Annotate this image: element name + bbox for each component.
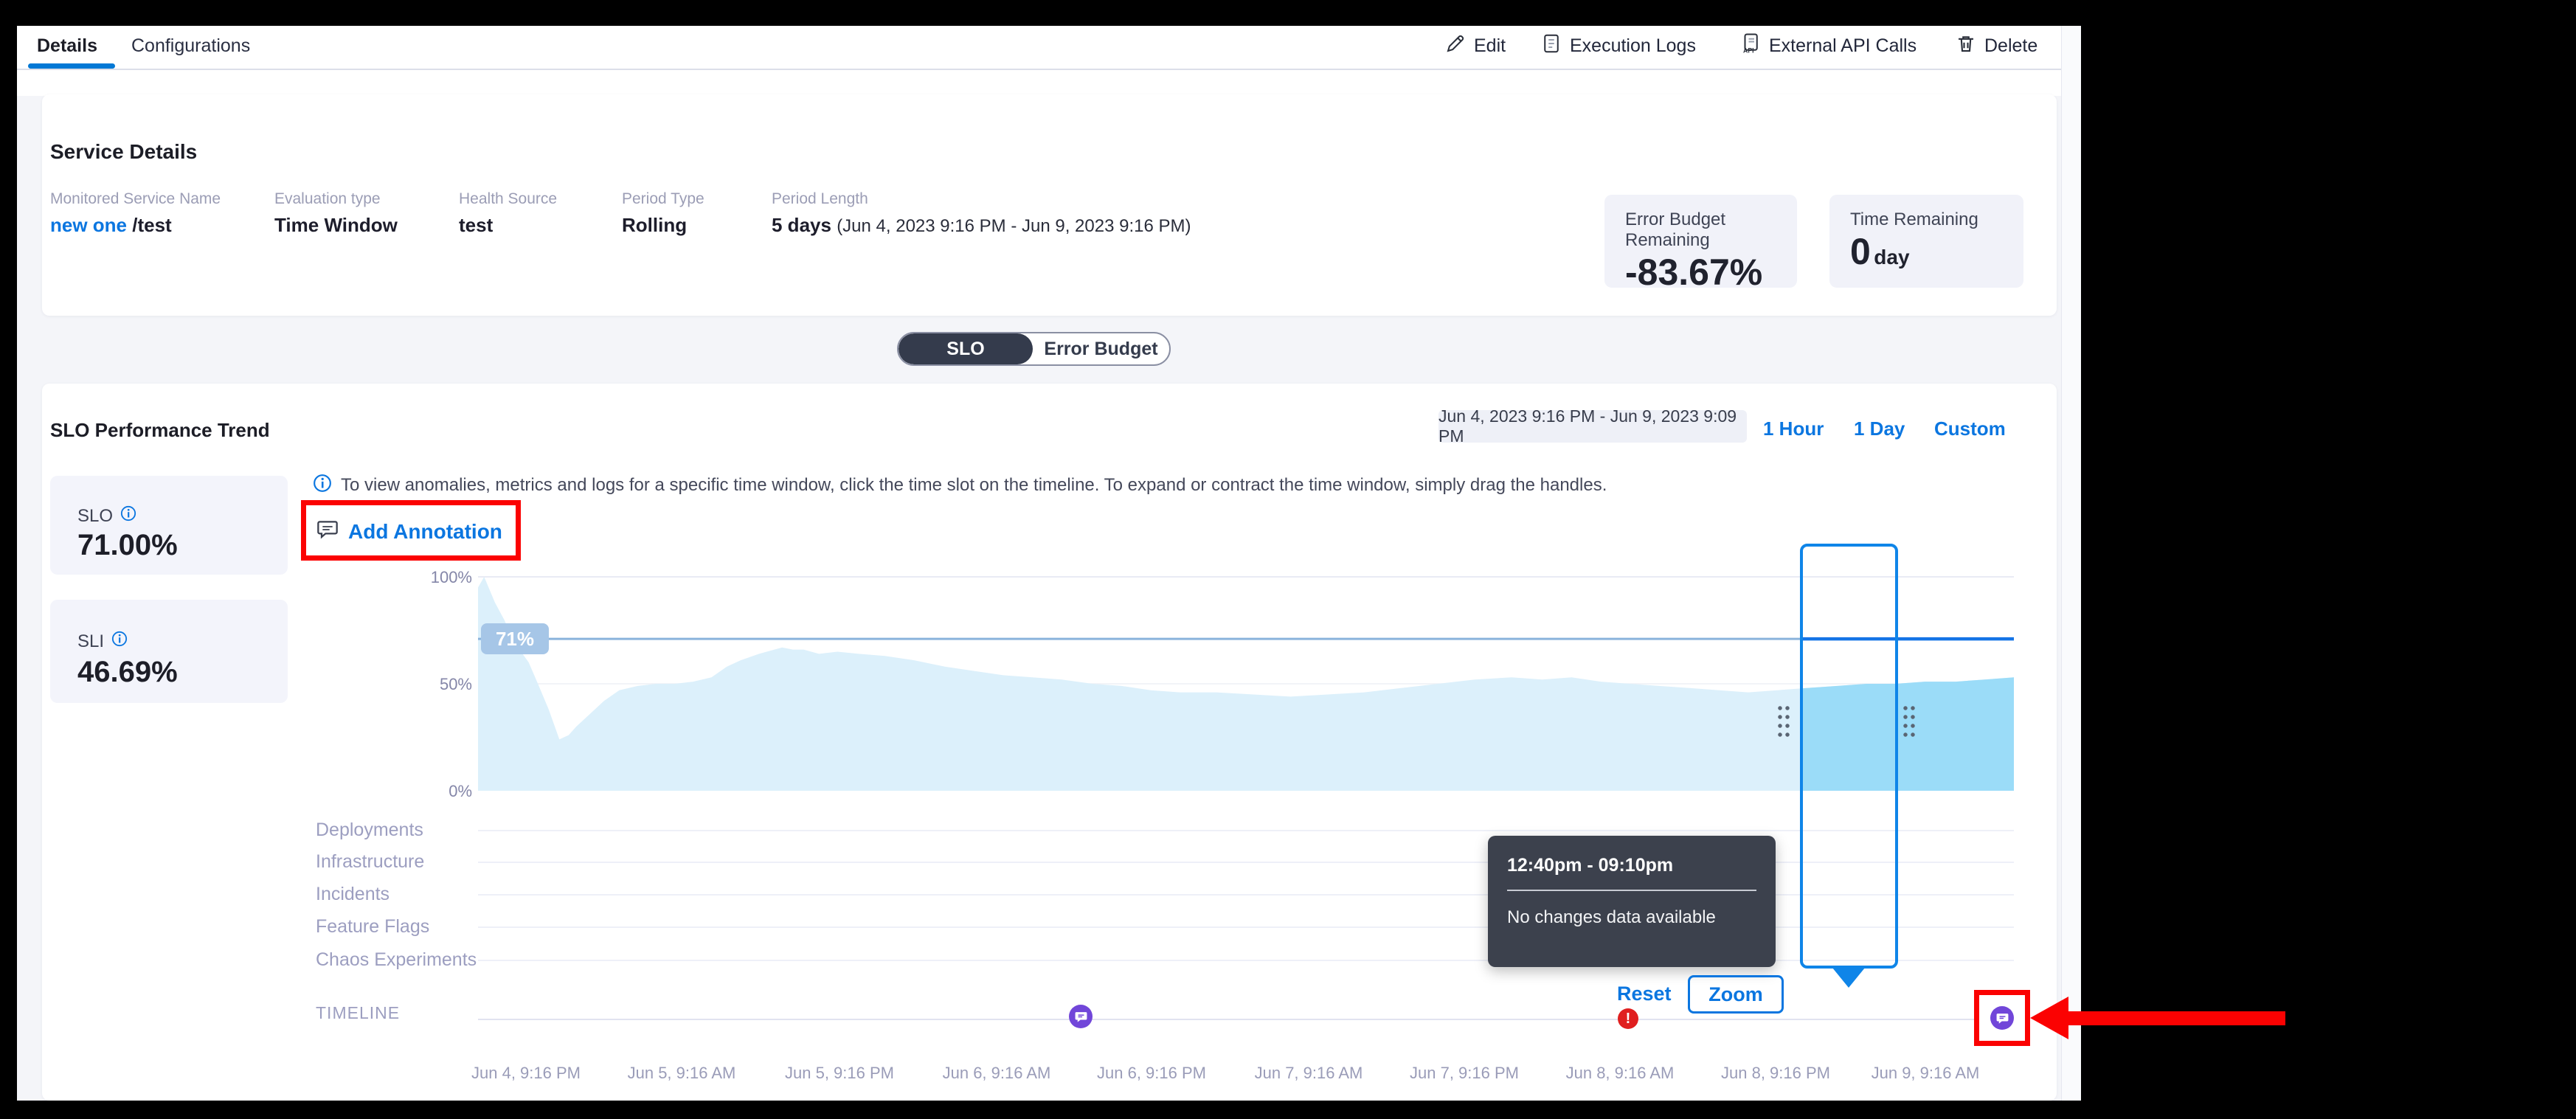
row-line <box>478 862 2014 863</box>
sli-info-icon[interactable] <box>111 631 128 652</box>
x-axis-label: Jun 5, 9:16 AM <box>600 1064 763 1083</box>
slo-label: SLO <box>77 506 113 527</box>
time-selection-window[interactable] <box>1800 544 1898 969</box>
tooltip-body: No changes data available <box>1507 907 1756 928</box>
external-api-calls-label: External API Calls <box>1769 35 1917 57</box>
x-axis-label: Jun 7, 9:16 PM <box>1383 1064 1545 1083</box>
x-axis-label: Jun 8, 9:16 PM <box>1694 1064 1857 1083</box>
execution-logs-label: Execution Logs <box>1570 35 1696 57</box>
field-monitored-service: Monitored Service Name new one /test <box>50 190 221 237</box>
red-arrow-shaft <box>2066 1011 2285 1025</box>
target-badge: 71% <box>481 623 549 654</box>
time-remaining-unit: day <box>1874 246 1909 269</box>
x-axis-label: Jun 8, 9:16 AM <box>1539 1064 1701 1083</box>
field-label: Monitored Service Name <box>50 190 221 208</box>
date-range-chip[interactable]: Jun 4, 2023 9:16 PM - Jun 9, 2023 9:09 P… <box>1438 410 1747 443</box>
delete-label: Delete <box>1984 35 2037 57</box>
y-axis-label-0: 0% <box>398 782 472 801</box>
timeline-line <box>478 1019 2014 1020</box>
x-axis-label: Jun 4, 9:16 PM <box>445 1064 607 1083</box>
field-period-type: Period Type Rolling <box>622 190 704 237</box>
x-axis-label: Jun 6, 9:16 AM <box>915 1064 1078 1083</box>
slo-value: 71.00% <box>77 529 178 562</box>
execution-logs-button[interactable]: Execution Logs <box>1540 32 1696 60</box>
timeline-tooltip: 12:40pm - 09:10pm No changes data availa… <box>1488 836 1776 967</box>
y-axis-label-50: 50% <box>398 675 472 694</box>
tooltip-divider <box>1507 890 1756 891</box>
sli-value: 46.69% <box>77 656 178 689</box>
row-label-infrastructure: Infrastructure <box>316 851 424 873</box>
delete-button[interactable]: Delete <box>1955 32 2037 60</box>
selection-right-drag-handle[interactable] <box>1902 704 1917 738</box>
field-period-length: Period Length 5 days (Jun 4, 2023 9:16 P… <box>772 190 1191 237</box>
timeline-label: TIMELINE <box>316 1003 400 1023</box>
info-icon <box>313 474 332 496</box>
monitored-service-link[interactable]: new one <box>50 214 127 236</box>
selection-pointer <box>1832 968 1865 988</box>
new-annotation-marker-icon[interactable] <box>1990 1006 2014 1030</box>
x-axis-label: Jun 7, 9:16 AM <box>1228 1064 1390 1083</box>
row-label-deployments: Deployments <box>316 820 423 841</box>
scrollbar-track[interactable] <box>2061 26 2081 1101</box>
x-axis-label: Jun 6, 9:16 PM <box>1070 1064 1233 1083</box>
header-divider <box>17 69 2061 70</box>
selection-left-drag-handle[interactable] <box>1776 704 1791 738</box>
time-remaining-box: Time Remaining 0 day <box>1829 195 2023 288</box>
screenshot-stage: Details Configurations Edit Execution Lo… <box>0 0 2576 1119</box>
row-line <box>478 926 2014 928</box>
row-label-feature-flags: Feature Flags <box>316 916 429 938</box>
row-line <box>478 960 2014 961</box>
annotation-bubble-icon <box>316 518 339 545</box>
field-evaluation-type: Evaluation type Time Window <box>274 190 398 237</box>
service-details-title: Service Details <box>50 140 197 164</box>
slo-info-icon[interactable] <box>120 505 136 527</box>
toggle-option-error-budget[interactable]: Error Budget <box>1033 333 1169 364</box>
view-toggle: SLO Error Budget <box>897 332 1171 366</box>
red-arrow-head <box>2030 997 2068 1039</box>
active-tab-underline <box>28 63 115 69</box>
row-label-incidents: Incidents <box>316 884 389 905</box>
slo-trend-title: SLO Performance Trend <box>50 419 270 442</box>
sli-label: SLI <box>77 631 104 652</box>
pencil-icon <box>1444 32 1467 60</box>
row-label-chaos-experiments: Chaos Experiments <box>316 949 477 971</box>
trash-icon <box>1955 32 1977 60</box>
edit-label: Edit <box>1474 35 1506 57</box>
slo-trend-chart[interactable] <box>478 542 2014 791</box>
range-link-1-hour[interactable]: 1 Hour <box>1763 418 1824 440</box>
tooltip-time-range: 12:40pm - 09:10pm <box>1507 855 1756 876</box>
reset-button[interactable]: Reset <box>1617 983 1672 1005</box>
tab-details[interactable]: Details <box>37 35 97 57</box>
toggle-option-slo[interactable]: SLO <box>899 333 1033 364</box>
zoom-button[interactable]: Zoom <box>1688 975 1784 1014</box>
slo-summary-card: SLO 71.00% <box>50 476 288 575</box>
sli-summary-card: SLI 46.69% <box>50 600 288 703</box>
document-icon <box>1540 32 1562 60</box>
error-marker-icon[interactable]: ! <box>1618 1008 1638 1029</box>
range-link-1-day[interactable]: 1 Day <box>1854 418 1905 440</box>
add-annotation-button[interactable]: Add Annotation <box>316 518 502 545</box>
external-api-calls-button[interactable]: API External API Calls <box>1739 32 1917 60</box>
api-document-icon: API <box>1739 32 1762 60</box>
x-axis-label: Jun 5, 9:16 PM <box>758 1064 921 1083</box>
annotation-marker-icon[interactable] <box>1069 1005 1093 1028</box>
error-budget-value: -83.67% <box>1625 254 1776 291</box>
x-axis-label: Jun 9, 9:16 AM <box>1844 1064 2007 1083</box>
range-link-custom[interactable]: Custom <box>1934 418 2006 440</box>
edit-button[interactable]: Edit <box>1444 32 1506 60</box>
y-axis-label-100: 100% <box>398 568 472 587</box>
time-remaining-value: 0 <box>1850 233 1871 270</box>
tab-configurations[interactable]: Configurations <box>131 35 250 57</box>
add-annotation-label: Add Annotation <box>348 520 502 544</box>
info-text: To view anomalies, metrics and logs for … <box>341 475 1816 496</box>
monitored-service-env: /test <box>132 214 171 236</box>
error-budget-remaining-box: Error Budget Remaining -83.67% <box>1604 195 1797 288</box>
field-health-source: Health Source test <box>459 190 557 237</box>
row-line <box>478 830 2014 831</box>
row-line <box>478 894 2014 895</box>
period-length-dates: (Jun 4, 2023 9:16 PM - Jun 9, 2023 9:16 … <box>837 216 1191 236</box>
svg-text:API: API <box>1743 47 1754 55</box>
